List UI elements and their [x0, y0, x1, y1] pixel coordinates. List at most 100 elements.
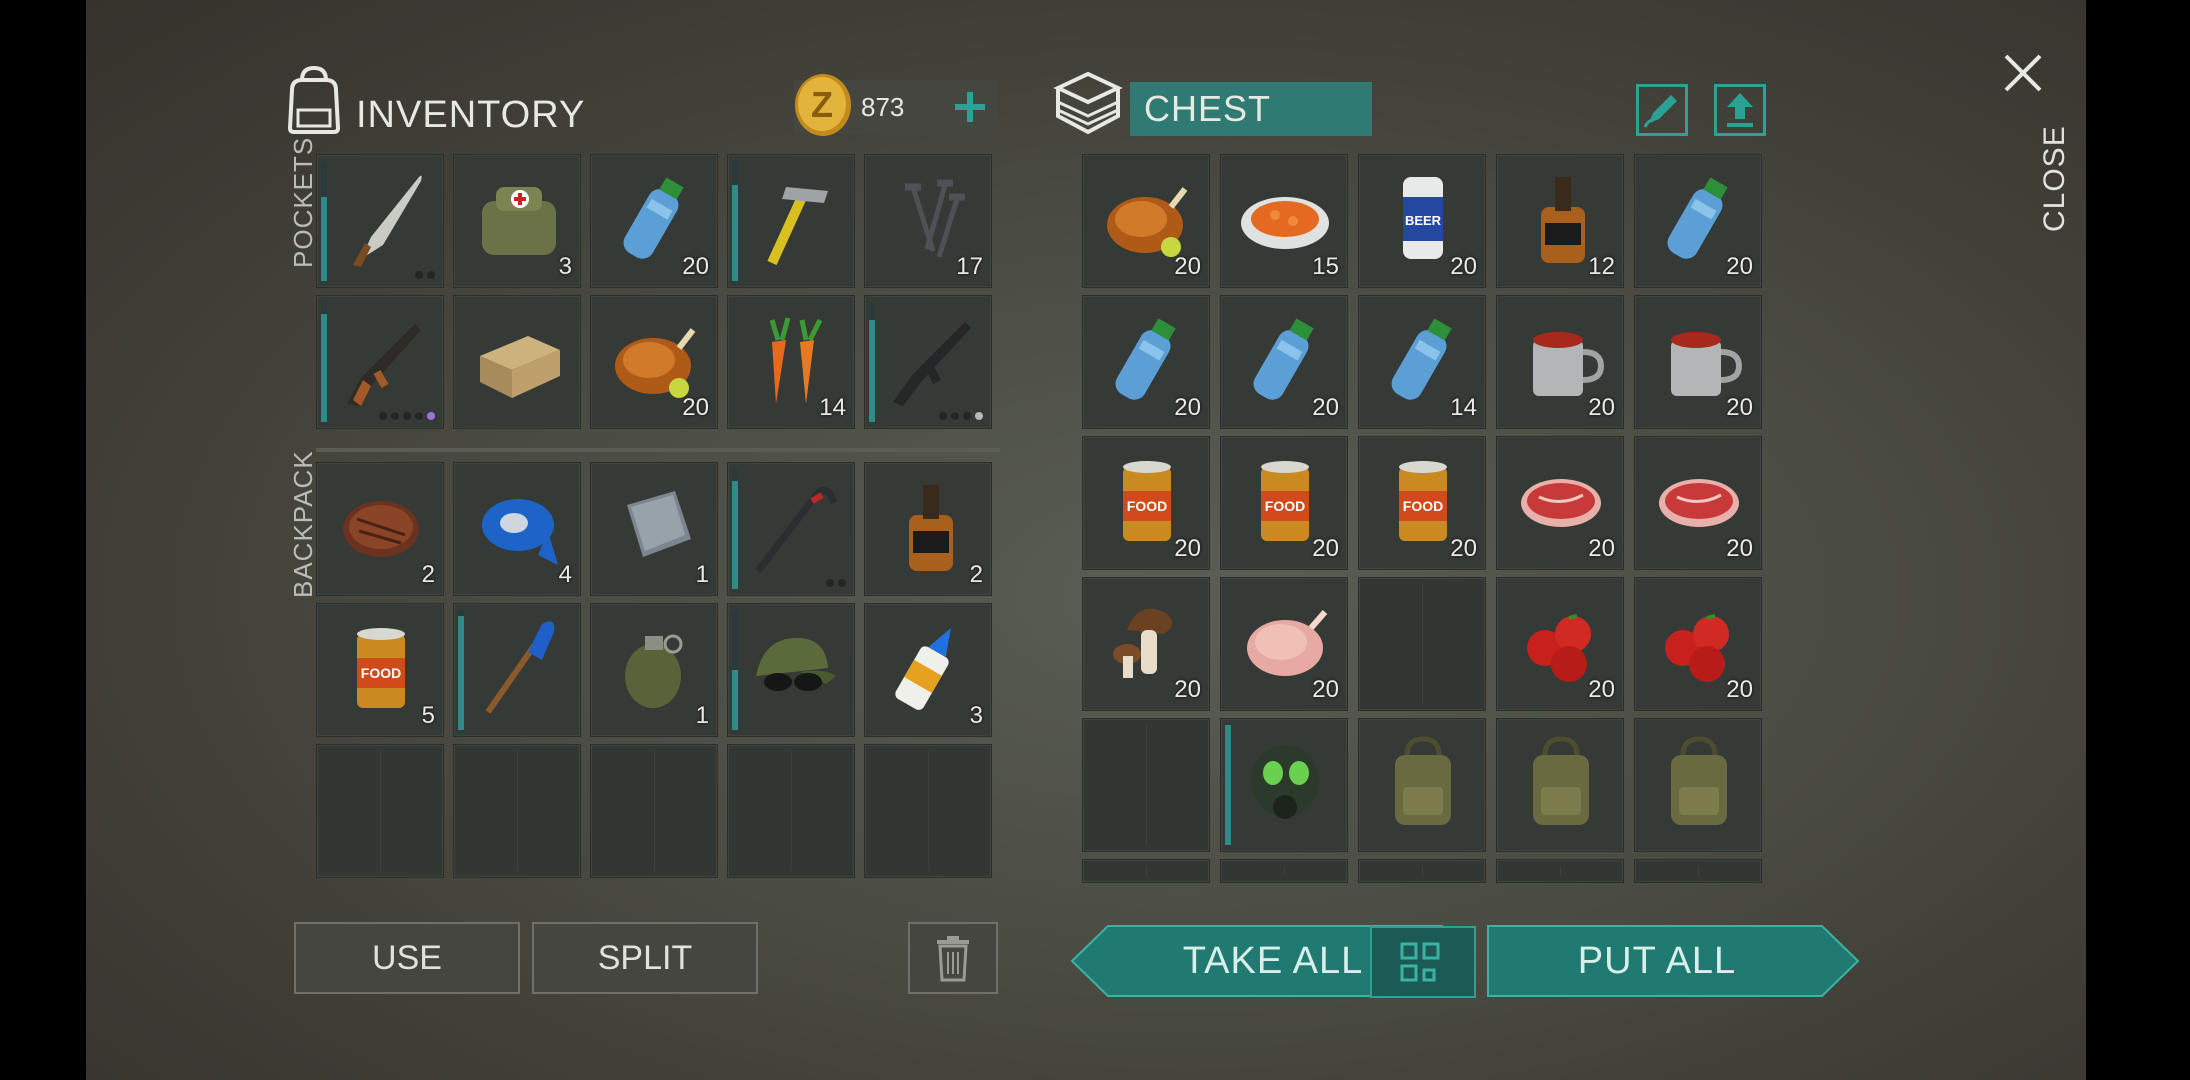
svg-text:Z: Z: [811, 84, 833, 125]
backpack-slot[interactable]: [453, 603, 581, 737]
backpack-slot[interactable]: [727, 462, 855, 596]
chest-slot[interactable]: [1358, 718, 1486, 852]
chest-slot[interactable]: [1358, 577, 1486, 711]
steak-icon: [343, 501, 419, 557]
pockets-label: POCKETS: [288, 136, 318, 268]
chest-slot[interactable]: 15: [1220, 154, 1348, 288]
chest-slot[interactable]: FOOD 20: [1082, 436, 1210, 570]
chest-slot[interactable]: [1082, 859, 1210, 883]
chest-slot[interactable]: FOOD 20: [1220, 436, 1348, 570]
chest-slot[interactable]: [1634, 718, 1762, 852]
backpack-slot[interactable]: 1: [590, 603, 718, 737]
chest-slot[interactable]: [1358, 859, 1486, 883]
chest-slot[interactable]: 20: [1496, 577, 1624, 711]
canned-food-icon: FOOD: [1399, 461, 1447, 541]
chest-slot[interactable]: 20: [1082, 577, 1210, 711]
raw-chicken-icon: [1247, 610, 1328, 676]
chest-slot[interactable]: [1496, 718, 1624, 852]
item-count: 5: [421, 702, 435, 729]
chest-slot[interactable]: 20: [1220, 577, 1348, 711]
upgrade-dots: [826, 579, 846, 587]
chest-slot[interactable]: [1082, 718, 1210, 852]
chest-slot[interactable]: 14: [1358, 295, 1486, 429]
pocket-slot[interactable]: 3: [453, 154, 581, 288]
tomatoes-icon: [1527, 614, 1591, 682]
item-count: 20: [682, 394, 709, 421]
rename-button[interactable]: [1636, 84, 1688, 136]
backpack-slot[interactable]: 1: [590, 462, 718, 596]
backpack-slot[interactable]: [727, 744, 855, 878]
section-divider: [316, 448, 1000, 452]
upload-button[interactable]: [1714, 84, 1766, 136]
delete-button[interactable]: [908, 922, 998, 994]
pocket-slot[interactable]: 17: [864, 154, 992, 288]
backpack-slot[interactable]: 2: [316, 462, 444, 596]
chest-slot[interactable]: 20: [1082, 154, 1210, 288]
chest-slot[interactable]: 20: [1634, 577, 1762, 711]
backpack-slot[interactable]: [316, 744, 444, 878]
duct-tape-icon: [482, 499, 558, 565]
split-button[interactable]: SPLIT: [532, 922, 758, 994]
edit-brush-icon: [1643, 95, 1677, 128]
chest-slot[interactable]: [1634, 859, 1762, 883]
gas-mask-icon: [1251, 745, 1319, 819]
chest-slot[interactable]: [1496, 859, 1624, 883]
pocket-slot[interactable]: [316, 154, 444, 288]
mug-soup-icon: [1671, 332, 1743, 396]
backpack-slot[interactable]: [590, 744, 718, 878]
pocket-slot[interactable]: [453, 295, 581, 429]
chest-slot[interactable]: 20: [1634, 295, 1762, 429]
durability-bar: [458, 610, 464, 730]
backpack-slot[interactable]: [453, 744, 581, 878]
pocket-slot[interactable]: 20: [590, 154, 718, 288]
inventory-title: INVENTORY: [356, 94, 586, 136]
item-count: 20: [1174, 535, 1201, 562]
chest-slot[interactable]: 20: [1634, 154, 1762, 288]
nails-icon: [905, 179, 965, 258]
item-count: 20: [1174, 253, 1201, 280]
durability-bar: [321, 302, 327, 422]
chest-slot[interactable]: 12: [1496, 154, 1624, 288]
m16-rifle-icon: [893, 322, 971, 406]
backpack-slot[interactable]: [864, 744, 992, 878]
chest-slot[interactable]: [1220, 718, 1348, 852]
sort-grid-icon: [1400, 942, 1440, 982]
paddle-icon: [485, 621, 555, 714]
camo-cap-sunglasses-icon: [756, 637, 836, 691]
use-button[interactable]: USE: [294, 922, 520, 994]
pocket-slot[interactable]: [864, 295, 992, 429]
chest-slot[interactable]: 20: [1496, 295, 1624, 429]
item-count: 15: [1312, 253, 1339, 280]
backpack-slot[interactable]: FOOD 5: [316, 603, 444, 737]
backpack-slot[interactable]: 2: [864, 462, 992, 596]
item-count: 20: [1450, 253, 1477, 280]
pocket-slot[interactable]: [727, 154, 855, 288]
backpack-slot[interactable]: 3: [864, 603, 992, 737]
chest-slot[interactable]: 20: [1220, 295, 1348, 429]
backpack-slot[interactable]: 4: [453, 462, 581, 596]
chest-slot[interactable]: 20: [1496, 436, 1624, 570]
crowbar-icon: [755, 486, 838, 574]
put-all-label: PUT ALL: [1577, 939, 1737, 982]
chest-slot[interactable]: 20: [1634, 436, 1762, 570]
item-count: 20: [1588, 535, 1615, 562]
close-button[interactable]: CLOSE: [1986, 50, 2071, 240]
item-count: 12: [1588, 253, 1615, 280]
item-count: 3: [969, 702, 983, 729]
chest-slot[interactable]: 20: [1082, 295, 1210, 429]
pocket-slot[interactable]: [316, 295, 444, 429]
chest-slot[interactable]: BEER 20: [1358, 154, 1486, 288]
hammer-icon: [767, 187, 828, 266]
upgrade-dots: [939, 412, 983, 420]
svg-text:FOOD: FOOD: [1403, 498, 1443, 514]
chest-slot[interactable]: [1220, 859, 1348, 883]
whiskey-bottle-icon: [1541, 177, 1585, 263]
pocket-slot[interactable]: 20: [590, 295, 718, 429]
canned-food-icon: FOOD: [1261, 461, 1309, 541]
item-count: 14: [1450, 394, 1477, 421]
chest-slot[interactable]: FOOD 20: [1358, 436, 1486, 570]
pocket-slot[interactable]: 14: [727, 295, 855, 429]
backpack-slot[interactable]: [727, 603, 855, 737]
add-coins-button[interactable]: [942, 80, 998, 134]
mug-soup-icon: [1533, 332, 1605, 396]
